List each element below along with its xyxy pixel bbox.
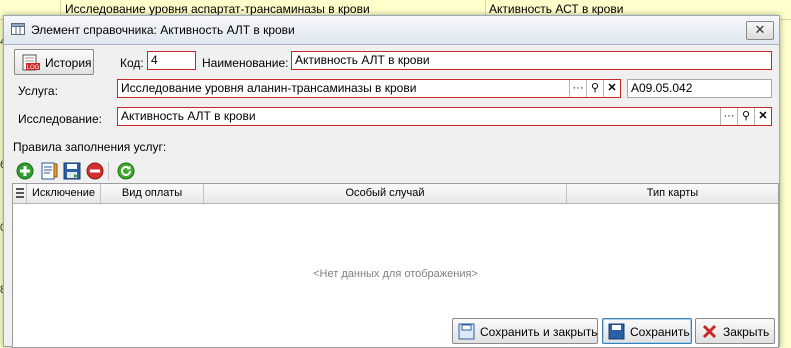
- service-search-button[interactable]: ⚲: [586, 80, 603, 97]
- grid-header: Исключение Вид оплаты Особый случай Тип …: [13, 184, 778, 204]
- study-clear-button[interactable]: ✕: [754, 108, 771, 125]
- add-icon: [16, 162, 34, 180]
- name-field[interactable]: Активность АЛТ в крови: [291, 51, 772, 70]
- history-button[interactable]: LOG История: [14, 49, 94, 75]
- service-field[interactable]: Исследование уровня аланин-трансаминазы …: [117, 79, 621, 98]
- dialog-title: Элемент справочника: Активность АЛТ в кр…: [31, 23, 295, 37]
- service-select-button[interactable]: ···: [569, 80, 586, 97]
- history-button-label: История: [45, 56, 92, 70]
- search-icon: ⚲: [590, 82, 600, 94]
- rules-section-label: Правила заполнения услуг:: [13, 140, 167, 154]
- edit-document-icon: [41, 162, 58, 180]
- save-label: Сохранить: [630, 325, 690, 339]
- column-header-exclusion[interactable]: Исключение: [27, 184, 101, 203]
- code-label: Код:: [120, 56, 144, 70]
- grid-empty-message: <Нет данных для отображения>: [313, 268, 478, 280]
- delete-rule-button[interactable]: [84, 160, 106, 182]
- reference-element-dialog: Элемент справочника: Активность АЛТ в кр…: [3, 15, 780, 348]
- ellipsis-icon: ···: [572, 82, 584, 94]
- save-and-close-label: Сохранить и закрыть: [480, 325, 598, 339]
- close-label: Закрыть: [723, 325, 770, 339]
- svg-text:LOG: LOG: [27, 65, 40, 71]
- toolbar-separator: [108, 162, 109, 180]
- search-icon: ⚲: [741, 110, 751, 122]
- table-icon: [11, 23, 25, 35]
- study-field-value: Активность АЛТ в крови: [121, 109, 256, 123]
- save-button[interactable]: Сохранить: [602, 318, 692, 344]
- floppy-icon: [63, 162, 81, 180]
- service-clear-button[interactable]: ✕: [603, 80, 620, 97]
- clear-icon: ✕: [607, 82, 617, 94]
- study-search-button[interactable]: ⚲: [737, 108, 754, 125]
- log-icon: LOG: [22, 54, 40, 71]
- study-label: Исследование:: [18, 112, 102, 126]
- service-code-field[interactable]: A09.05.042: [627, 79, 772, 98]
- save-and-close-button[interactable]: Сохранить и закрыть: [452, 318, 598, 344]
- clear-icon: ✕: [758, 110, 768, 122]
- close-icon: ✕: [754, 22, 766, 37]
- column-header-payment-type[interactable]: Вид оплаты: [101, 184, 204, 203]
- service-field-value: Исследование уровня аланин-трансаминазы …: [121, 81, 417, 95]
- refresh-button[interactable]: [115, 160, 137, 182]
- column-header-special-case[interactable]: Особый случай: [204, 184, 567, 203]
- column-chooser-button[interactable]: [13, 184, 27, 203]
- name-label: Наименование:: [202, 56, 289, 70]
- ellipsis-icon: ···: [723, 110, 735, 122]
- study-select-button[interactable]: ···: [720, 108, 737, 125]
- study-field[interactable]: Активность АЛТ в крови ··· ⚲ ✕: [117, 107, 772, 126]
- add-rule-button[interactable]: [14, 160, 36, 182]
- column-header-card-type[interactable]: Тип карты: [567, 184, 778, 203]
- close-button[interactable]: Закрыть: [695, 318, 775, 344]
- edit-rule-button[interactable]: [38, 160, 60, 182]
- column-chooser-icon: [15, 188, 24, 198]
- save-rule-button[interactable]: [61, 160, 83, 182]
- code-field[interactable]: 4: [147, 51, 196, 70]
- dialog-titlebar[interactable]: Элемент справочника: Активность АЛТ в кр…: [4, 16, 779, 45]
- delete-icon: [86, 162, 104, 180]
- service-label: Услуга:: [18, 84, 58, 98]
- dialog-close-button[interactable]: ✕: [746, 21, 774, 40]
- refresh-icon: [117, 162, 135, 180]
